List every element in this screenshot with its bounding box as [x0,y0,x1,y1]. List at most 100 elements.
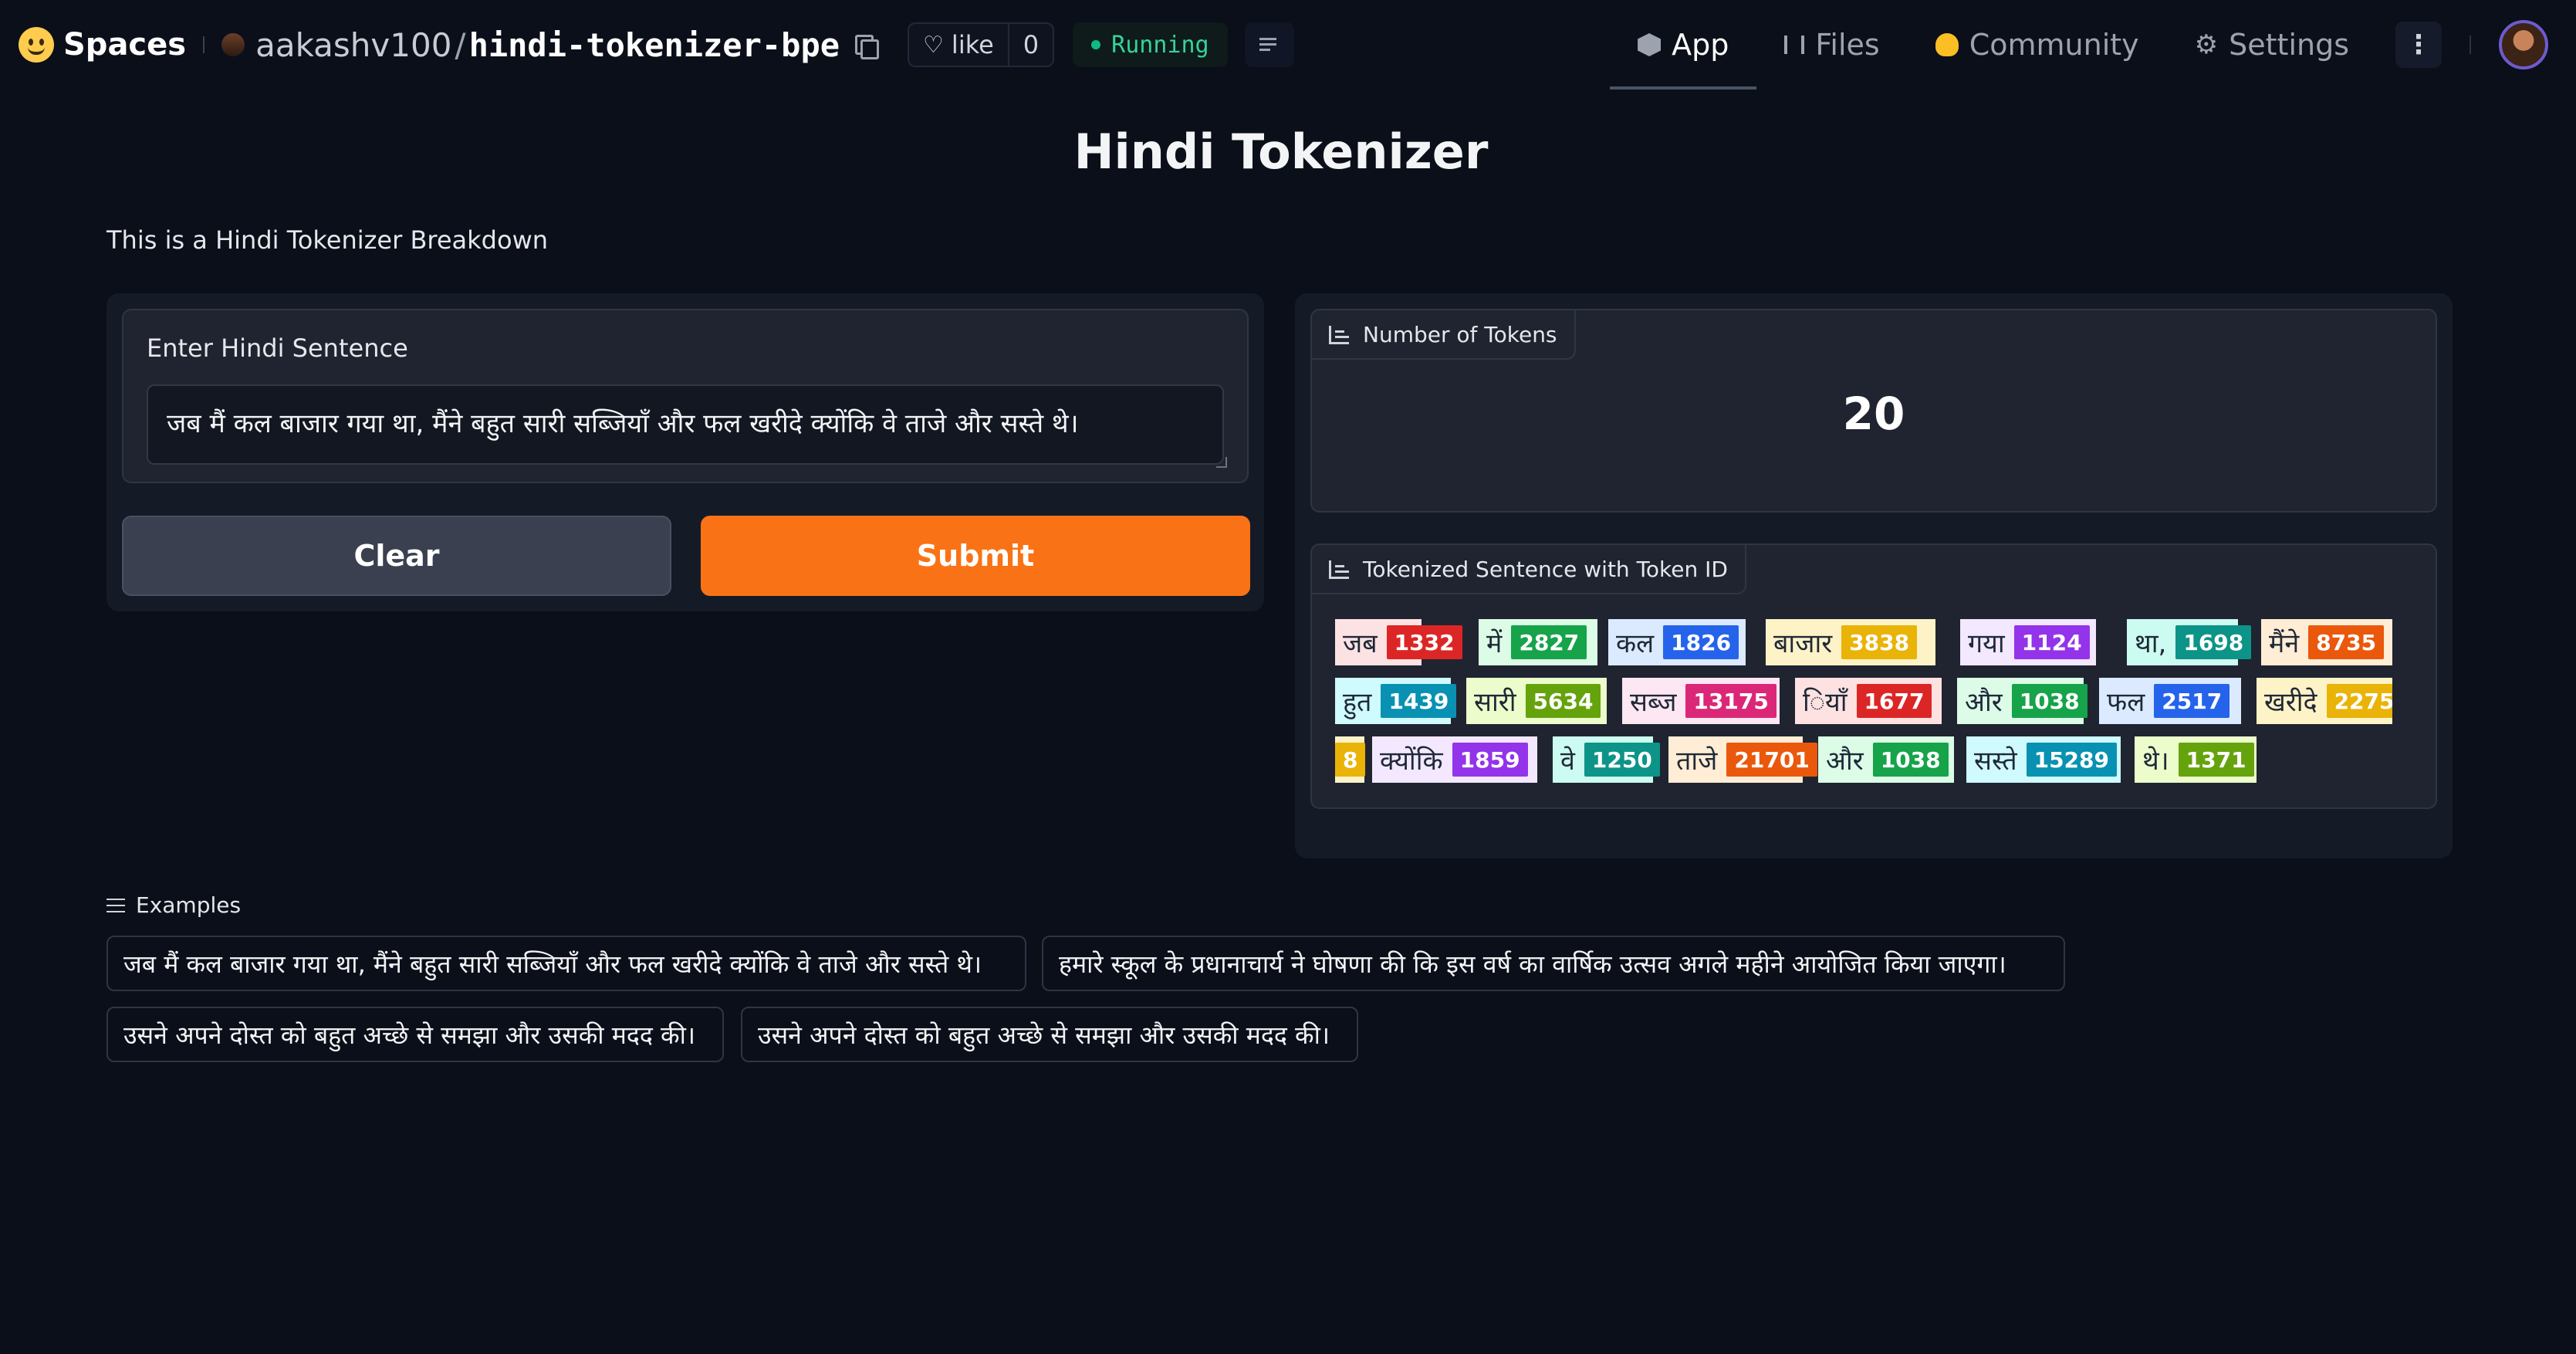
token-count-value: 20 [1842,388,1905,440]
running-status-badge[interactable]: Running [1073,22,1228,67]
spaces-brand-label: Spaces [63,27,187,63]
token-chip: बाजार 3838 [1766,619,1935,665]
files-icon [1784,36,1805,54]
tab-app[interactable]: App [1610,0,1757,90]
hindi-sentence-textarea[interactable]: जब मैं कल बाजार गया था, मैंने बहुत सारी … [147,384,1224,465]
divider [2470,36,2471,54]
repo-breadcrumb: aakashv100 / hindi-tokenizer-bpe [255,26,840,64]
token-count-label: Number of Tokens [1312,310,1576,360]
token-count-block: Number of Tokens 20 [1310,309,2437,513]
tab-app-label: App [1672,28,1729,62]
output-panel: Number of Tokens 20 Tokenized Sentence w… [1295,293,2453,858]
logs-button[interactable] [1244,22,1294,67]
number-icon [1329,326,1349,344]
token-text: जब [1343,628,1378,659]
breadcrumb-separator: / [455,25,466,64]
example-item[interactable]: उसने अपने दोस्त को बहुत अच्छे से समझा और… [741,1007,1358,1062]
token-id-badge: 1124 [2013,625,2090,659]
like-count[interactable]: 0 [1007,24,1053,66]
heart-icon: ♡ [923,31,944,59]
clear-button[interactable]: Clear [122,516,671,596]
token-text: सारी [1474,687,1516,718]
token-chip: 8 [1335,736,1366,783]
like-widget: ♡ like 0 [908,22,1055,67]
token-text: थे। [2142,746,2169,777]
token-id-badge: 1698 [2175,625,2252,659]
repo-name-link[interactable]: hindi-tokenizer-bpe [469,26,840,64]
token-id-badge: 15289 [2026,743,2118,777]
token-id-badge: 8735 [2308,625,2385,659]
token-chip: में 2827 [1479,619,1597,665]
hugging-face-logo-icon [19,27,54,63]
owner-link[interactable]: aakashv100 [255,26,451,64]
token-text: हुत [1343,687,1372,718]
highlighted-tokens: जब 1332 में 2827 कल 1826 बाजार 3838 गया 1124 था, 16… [1335,619,2392,797]
submit-button[interactable]: Submit [701,516,1250,596]
gear-icon: ⚙ [2194,29,2219,60]
token-text: सब्ज [1630,687,1677,718]
token-id-badge: 13175 [1685,684,1776,718]
token-chip: सारी 5634 [1466,678,1607,724]
space-tabs: App Files Community ⚙ Settings ⋮ [1610,0,2576,90]
token-chip: गया 1124 [1960,619,2096,665]
token-text: मैंने [2269,628,2300,659]
token-text: वे [1560,746,1575,777]
token-chip: सब्ज 13175 [1622,678,1780,724]
token-id-badge: 1371 [2178,743,2254,777]
tokenized-sentence-block: Tokenized Sentence with Token ID जब 1332 म… [1310,543,2437,809]
example-item[interactable]: हमारे स्कूल के प्रधानाचार्य ने घोषणा की … [1042,936,2065,991]
example-item[interactable]: जब मैं कल बाजार गया था, मैंने बहुत सारी … [106,936,1026,991]
input-panel: Enter Hindi Sentence जब मैं कल बाजार गया… [106,293,1264,611]
tab-community[interactable]: Community [1908,0,2167,90]
spaces-home-link[interactable]: Spaces [19,27,186,63]
token-chip: ियाँ 1677 [1795,678,1942,724]
token-id-badge: 2827 [1511,625,1587,659]
tab-settings[interactable]: ⚙ Settings [2167,0,2377,90]
tab-files[interactable]: Files [1756,0,1907,90]
highlight-icon [1329,560,1349,579]
page-title: Hindi Tokenizer [1073,124,1489,180]
token-text: और [1826,746,1864,777]
token-text: कल [1616,628,1655,659]
token-chip: थे। 1371 [2135,736,2257,783]
token-id-badge: 1250 [1584,743,1660,777]
token-chip: और 1038 [1818,736,1954,783]
token-id-badge: 1859 [1452,743,1528,777]
token-text: में [1486,628,1503,659]
token-text: गया [1968,628,2005,659]
token-id-badge: 1332 [1386,625,1462,659]
status-text: Running [1111,31,1209,59]
resize-handle-icon[interactable] [1216,457,1227,468]
token-chip: ताजे 21701 [1668,736,1817,783]
more-options-button[interactable]: ⋮ [2395,22,2442,68]
app-cube-icon [1638,33,1662,56]
token-chip: हुत 1439 [1335,678,1457,724]
example-item[interactable]: उसने अपने दोस्त को बहुत अच्छे से समझा और… [106,1007,724,1062]
logs-icon [1259,36,1280,53]
page-description: This is a Hindi Tokenizer Breakdown [106,225,549,255]
sentence-input-block: Enter Hindi Sentence जब मैं कल बाजार गया… [122,309,1249,483]
token-id-badge: 2275 [2326,684,2392,718]
token-text: फल [2107,687,2145,718]
token-id-badge: 21701 [1726,743,1817,777]
top-nav-bar: Spaces aakashv100 / hindi-tokenizer-bpe … [0,0,2576,90]
token-chip: और 1038 [1957,678,2088,724]
token-count-label-text: Number of Tokens [1363,321,1557,347]
token-chip: जब 1332 [1335,619,1462,665]
token-id-badge: 1439 [1381,684,1457,718]
token-id-badge: 1038 [2011,684,2088,718]
kebab-icon: ⋮ [2405,29,2432,60]
token-chip: खरीदे 2275 [2257,678,2392,724]
user-avatar[interactable] [2499,20,2548,69]
token-chip: था, 1698 [2127,619,2252,665]
token-chip: वे 1250 [1553,736,1660,783]
tokenized-label-text: Tokenized Sentence with Token ID [1363,556,1728,582]
owner-avatar [221,33,245,56]
tab-files-label: Files [1815,28,1880,62]
status-dot-icon [1091,40,1101,49]
copy-icon[interactable] [854,33,880,59]
tab-settings-label: Settings [2229,28,2349,62]
token-id-badge: 2517 [2154,684,2230,718]
token-text: ताजे [1676,746,1718,777]
like-button[interactable]: ♡ like [909,24,1008,66]
